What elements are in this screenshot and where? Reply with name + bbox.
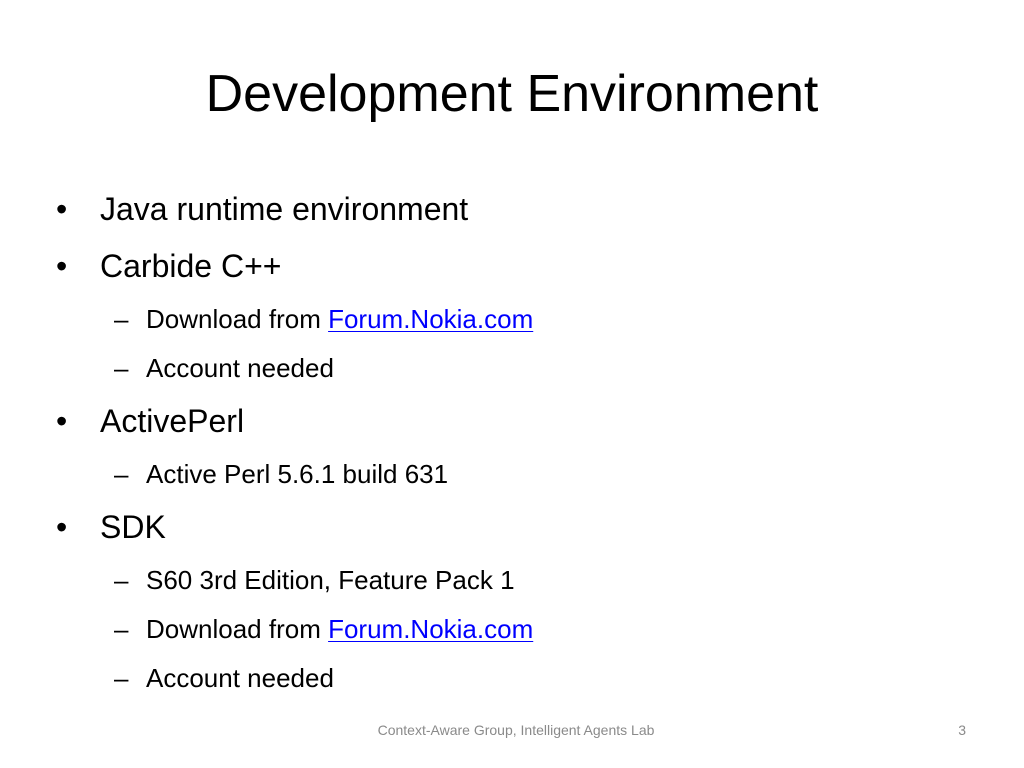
sub-bullet-item: – Account needed	[56, 659, 976, 697]
bullet-dot-icon: •	[56, 509, 68, 545]
sub-bullet-item: – S60 3rd Edition, Feature Pack 1	[56, 561, 976, 599]
sub-bullet-text: Account needed	[146, 353, 334, 383]
bullet-dot-icon: •	[56, 191, 68, 227]
slide: Development Environment • Java runtime e…	[0, 0, 1024, 768]
sub-bullet-item: – Download from Forum.Nokia.com	[56, 610, 976, 648]
forum-nokia-link[interactable]: Forum.Nokia.com	[328, 304, 533, 334]
sub-bullet-prefix: Download from	[146, 614, 329, 644]
bullet-item-activeperl: • ActivePerl	[56, 398, 976, 444]
bullet-text: SDK	[100, 509, 166, 545]
sub-bullet-item: – Active Perl 5.6.1 build 631	[56, 455, 976, 493]
page-number: 3	[958, 722, 966, 738]
sub-bullet-text: Download from Forum.Nokia.com	[146, 300, 533, 338]
bullet-text: Carbide C++	[100, 248, 282, 284]
bullet-list: • Java runtime environment • Carbide C++…	[56, 186, 976, 708]
sub-bullet-item: – Account needed	[56, 349, 976, 387]
bullet-item-sdk: • SDK	[56, 504, 976, 550]
bullet-dot-icon: •	[56, 403, 68, 439]
dash-icon: –	[114, 614, 129, 644]
dash-icon: –	[114, 304, 129, 334]
bullet-item-carbide: • Carbide C++	[56, 243, 976, 289]
slide-title: Development Environment	[205, 65, 819, 123]
bullet-item-java: • Java runtime environment	[56, 186, 976, 232]
bullet-text: Java runtime environment	[100, 191, 469, 227]
bullet-dot-icon: •	[56, 248, 68, 284]
forum-nokia-link[interactable]: Forum.Nokia.com	[328, 614, 533, 644]
sub-bullet-text: Account needed	[146, 663, 334, 693]
sub-bullet-text: S60 3rd Edition, Feature Pack 1	[146, 565, 515, 595]
dash-icon: –	[114, 459, 129, 489]
dash-icon: –	[114, 663, 129, 693]
dash-icon: –	[114, 565, 129, 595]
sub-bullet-prefix: Download from	[146, 304, 329, 334]
sub-bullet-item: – Download from Forum.Nokia.com	[56, 300, 976, 338]
bullet-text: ActivePerl	[100, 403, 245, 439]
slide-footer: Context-Aware Group, Intelligent Agents …	[377, 722, 655, 738]
sub-bullet-text: Active Perl 5.6.1 build 631	[146, 459, 449, 489]
sub-bullet-text: Download from Forum.Nokia.com	[146, 610, 533, 648]
dash-icon: –	[114, 353, 129, 383]
